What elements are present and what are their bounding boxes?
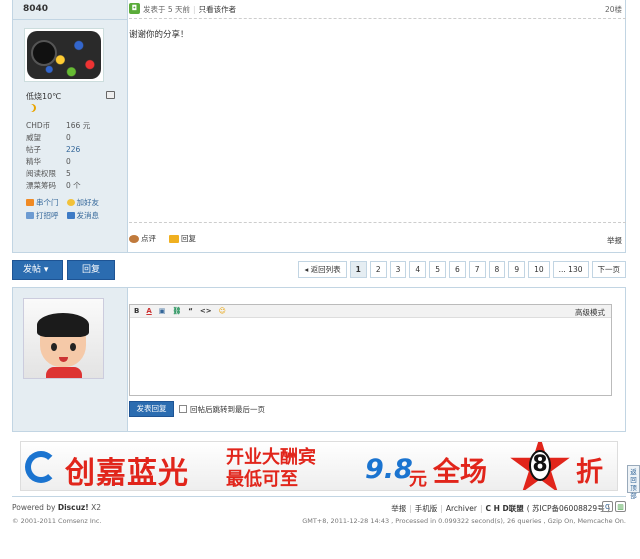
page-link[interactable]: 9 [508,261,526,278]
rate-button[interactable]: 点评 [129,233,156,244]
author-sidebar: 8040 低烧10℃ CHD币 166 元 威望 0 帖子 226 精华 0 阅读权限 5… [13,0,128,252]
reply-editor: B A ▣ ⛓ “ <> ☺ 高级模式 [129,304,612,396]
page-link[interactable]: 3 [389,261,407,278]
banner-unit: 元 [409,469,427,490]
next-page-button[interactable]: 下一页 [591,261,626,278]
banner-discount: 8 [529,450,551,481]
post-meta: 发表于 5 天前 | 只看该作者 [143,5,237,14]
powered-by: Powered by Discuz! X2 [12,503,102,512]
page-link[interactable]: 5 [429,261,446,278]
debug-info: GMT+8, 2011-12-28 14:43 , Processed in 0… [302,517,626,525]
post-body: ◘ 发表于 5 天前 | 只看该作者 20楼 谢谢你的分享！ 点评 回复 举报 [129,0,626,252]
image-icon[interactable]: ▣ [159,307,166,315]
editor-toolbar: B A ▣ ⛓ “ <> ☺ 高级模式 [130,305,611,318]
report-link[interactable]: 举报 [607,235,622,246]
post-header: ◘ 发表于 5 天前 | 只看该作者 20楼 [129,0,626,19]
page-link[interactable]: 4 [409,261,427,278]
reply-textarea[interactable] [130,318,611,395]
page-link[interactable]: 8 [488,261,506,278]
greet-link[interactable]: 打招呼 [26,209,59,222]
banner-price: 9.8 [365,454,413,485]
message-link[interactable]: 发消息 [66,209,99,222]
stat-row: 漂菜筹码 0 个 [26,181,81,190]
alliance-link[interactable]: C H D联盟 [486,503,524,514]
online-status-icon: ◘ [129,3,140,14]
post-date: 发表于 5 天前 [143,5,191,14]
smiley-icon[interactable]: ☺ [219,307,226,315]
advanced-mode-link[interactable]: 高级模式 [575,307,605,318]
jump-last-page-label[interactable]: 回帖后跳转到最后一页 [190,404,265,415]
banner-off: 折 [576,457,603,488]
discuz-link[interactable]: Discuz! [58,503,89,512]
footer-divider [12,496,626,497]
footer-report-link[interactable]: 举报 [391,503,406,514]
post-count-link[interactable]: 226 [66,144,80,156]
jump-last-page-checkbox[interactable] [179,405,187,413]
divider [13,19,128,20]
avatar-image [27,31,101,79]
code-icon[interactable]: <> [200,307,212,315]
submit-reply-button[interactable]: 发表回复 [129,401,174,417]
archiver-link[interactable]: Archiver [446,504,477,513]
stat-row: CHD币 166 元 [26,121,91,130]
brand-logo-icon [25,451,57,483]
back-to-top-button[interactable]: 返回顶部 [627,465,640,500]
post-footer: 点评 回复 举报 [129,222,626,252]
copyright: © 2001-2011 Comsenz Inc. [12,517,102,525]
rate-icon [129,234,139,243]
stat-row: 精华 0 [26,157,71,166]
page-link[interactable]: 6 [448,261,466,278]
author-avatar[interactable] [24,28,104,82]
mail-icon [66,212,75,219]
advert-banner[interactable]: 创嘉蓝光 开业大酬宾 最低可至 9.8 元 全场 8 折 [20,441,618,491]
reply-button[interactable]: 回复 [67,260,115,280]
quote-icon[interactable]: “ [188,307,193,315]
stat-row: 阅读权限 5 [26,169,71,178]
reply-post-button[interactable]: 回复 [169,233,196,244]
camera-icon[interactable] [106,91,115,99]
mobile-link[interactable]: 手机版 [415,503,438,514]
author-actions: 串个门 加好友 打招呼 发消息 [26,196,126,222]
cnzz-icon[interactable]: C [602,501,613,512]
font-color-icon[interactable]: A [146,307,151,315]
add-friend-icon [66,199,75,206]
page-link[interactable]: 2 [369,261,387,278]
page-link[interactable]: 1 [349,261,367,278]
bold-icon[interactable]: B [134,307,139,315]
author-weather: 低烧10℃ [26,92,62,101]
page-link-last[interactable]: ... 130 [552,261,589,278]
back-to-list-button[interactable]: ◂ 返回列表 [298,261,347,278]
author-stats: CHD币 166 元 威望 0 帖子 226 精华 0 阅读权限 5 漂菜筹码 0 个 [26,120,90,192]
page-link[interactable]: 10 [528,261,550,278]
moon-icon [28,104,36,112]
author-username[interactable]: 8040 [23,4,48,14]
current-user-avatar[interactable] [23,298,104,379]
add-friend-link[interactable]: 加好友 [66,196,99,209]
reply-sidebar [13,288,128,431]
pagination: ◂ 返回列表 1 2 3 4 5 6 7 8 9 10 ... 130 下一页 [298,261,626,278]
quick-reply: B A ▣ ⛓ “ <> ☺ 高级模式 发表回复 回帖后跳转到最后一页 [12,287,626,432]
banner-brand: 创嘉蓝光 [65,456,189,491]
banner-all: 全场 [433,457,487,488]
stats-icon[interactable]: ▥ [615,501,626,512]
thread-action-bar: 发帖 ▾ 回复 ◂ 返回列表 1 2 3 4 5 6 7 8 9 10 ... … [12,259,626,281]
home-icon [26,199,34,206]
new-post-button[interactable]: 发帖 ▾ [12,260,63,280]
icp-link[interactable]: ( 苏ICP备06008829号 ) [527,503,610,514]
banner-subline: 最低可至 [226,469,298,490]
floor-number[interactable]: 20楼 [605,4,622,15]
page-link[interactable]: 7 [468,261,486,278]
stat-row: 帖子 226 [26,144,81,156]
reply-icon [169,234,179,243]
visit-link[interactable]: 串个门 [26,196,59,209]
link-icon[interactable]: ⛓ [172,307,181,315]
footer-icons: C ▥ [602,501,626,512]
view-author-link[interactable]: 只看该作者 [199,5,237,14]
post-content: 谢谢你的分享！ [129,30,189,40]
greet-icon [26,212,34,219]
footer-links: 举报 | 手机版 | Archiver | C H D联盟 ( 苏ICP备060088… [391,503,610,514]
stat-row: 威望 0 [26,133,71,142]
forum-post: 8040 低烧10℃ CHD币 166 元 威望 0 帖子 226 精华 0 阅读权限 5… [12,0,626,253]
